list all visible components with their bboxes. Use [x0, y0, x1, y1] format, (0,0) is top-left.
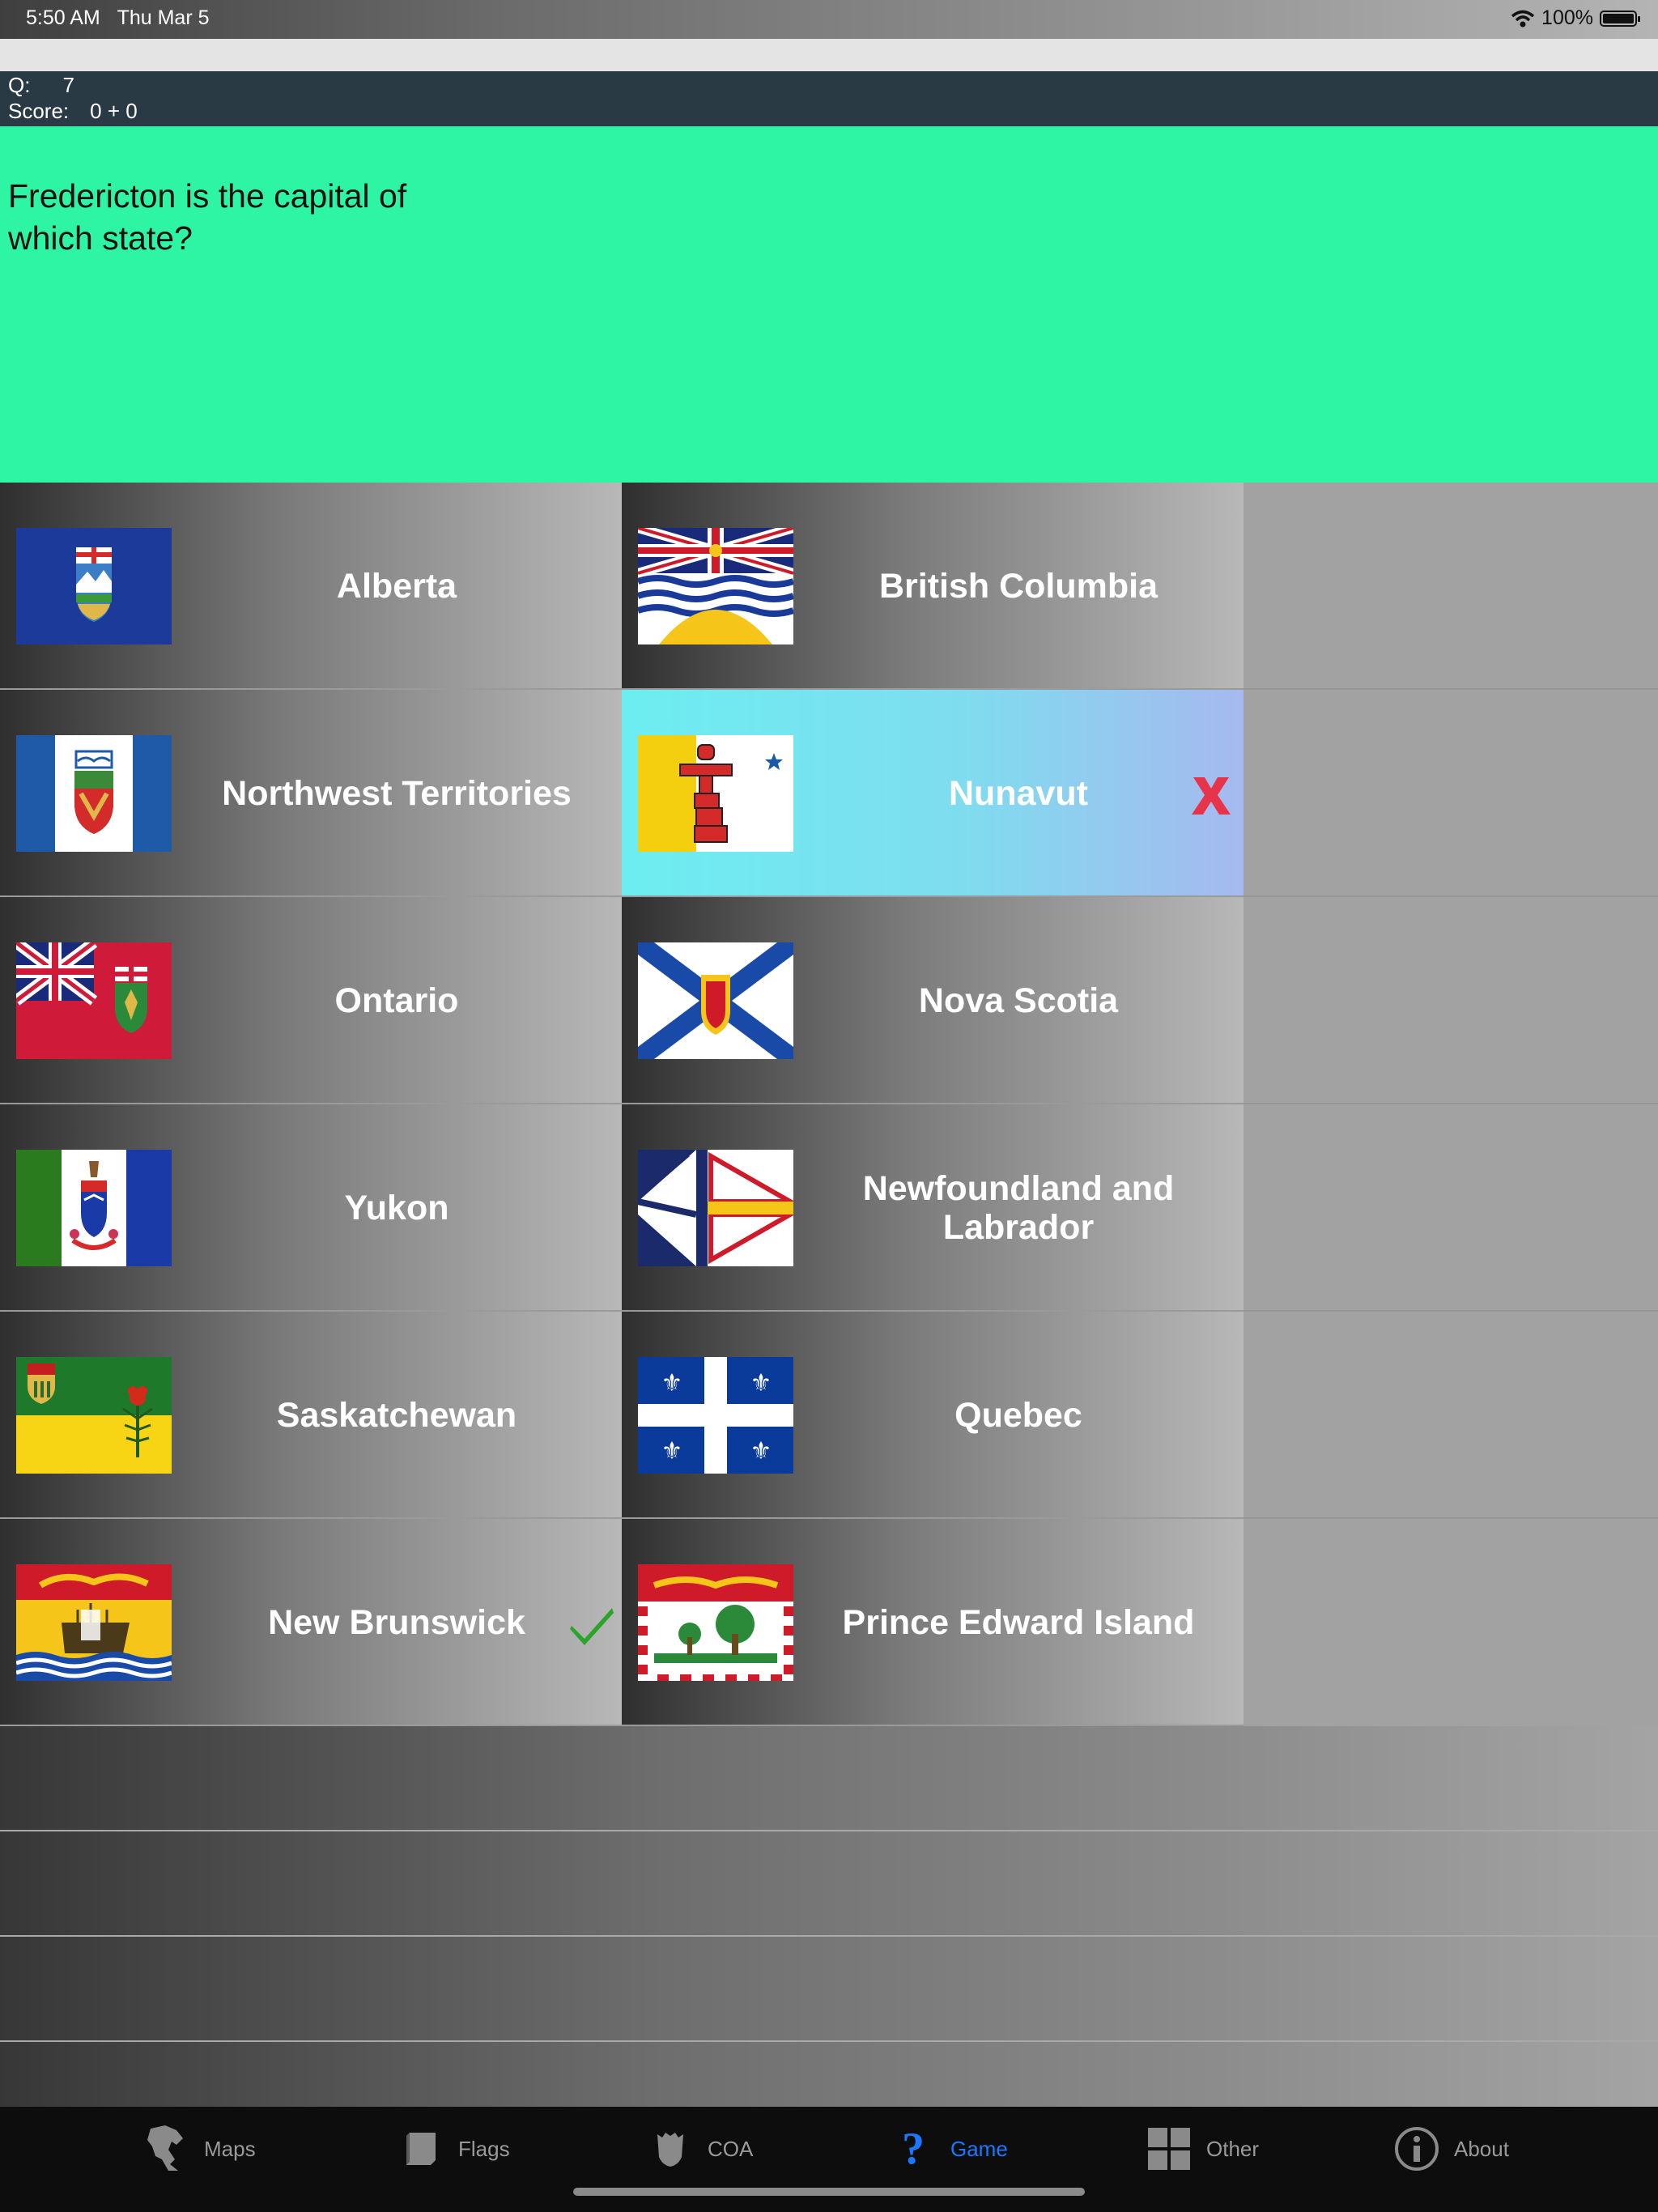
- answer-saskatchewan[interactable]: Saskatchewan: [0, 1312, 622, 1519]
- tab-other[interactable]: Other: [1146, 2123, 1259, 2175]
- new-brunswick-flag: [16, 1564, 172, 1681]
- status-time: 5:50 AM Thu Mar 5: [26, 6, 210, 29]
- answer-label: Quebec: [954, 1396, 1082, 1435]
- tab-bar: Maps Flags COA ? Game Other About: [0, 2107, 1658, 2212]
- tab-flags[interactable]: Flags: [398, 2123, 510, 2175]
- answer-alberta[interactable]: Alberta: [0, 483, 622, 690]
- svg-text:⚜: ⚜: [750, 1437, 772, 1465]
- answer-label: Nunavut: [949, 774, 1088, 813]
- svg-text:⚜: ⚜: [750, 1369, 772, 1397]
- british-columbia-flag: [638, 528, 793, 644]
- question-text: Fredericton is the capital of which stat…: [8, 177, 407, 257]
- divider: [1244, 688, 1658, 690]
- nunavut-flag: [638, 735, 793, 852]
- answer-british-columbia[interactable]: British Columbia: [622, 483, 1244, 690]
- svg-text:⚜: ⚜: [661, 1369, 683, 1397]
- quebec-flag: ⚜ ⚜ ⚜ ⚜: [638, 1357, 793, 1474]
- answer-nunavut[interactable]: Nunavut: [622, 690, 1244, 897]
- answer-label: Newfoundland and Labrador: [862, 1169, 1175, 1247]
- answer-newfoundland-and-labrador[interactable]: Newfoundland and Labrador: [622, 1104, 1244, 1312]
- score-display: Score: 0 + 0: [8, 99, 138, 123]
- shield-icon: [648, 2126, 693, 2172]
- answer-label: Yukon: [344, 1189, 449, 1227]
- alberta-flag: [16, 528, 172, 644]
- answer-quebec[interactable]: ⚜ ⚜ ⚜ ⚜ Quebec: [622, 1312, 1244, 1519]
- divider: [0, 1830, 1658, 1831]
- flag-icon: [398, 2126, 444, 2172]
- divider: [1244, 1103, 1658, 1104]
- correct-check-icon: [570, 1608, 614, 1645]
- answer-nova-scotia[interactable]: Nova Scotia: [622, 897, 1244, 1104]
- divider: [1244, 1517, 1658, 1519]
- divider: [1244, 1310, 1658, 1312]
- tab-label: Game: [950, 2136, 1008, 2161]
- grid-icon: [1146, 2126, 1192, 2172]
- nova-scotia-flag: [638, 942, 793, 1059]
- pei-flag: [638, 1564, 793, 1681]
- answer-label: Saskatchewan: [276, 1396, 517, 1435]
- tab-coa[interactable]: COA: [648, 2123, 753, 2175]
- answer-label: New Brunswick: [268, 1603, 525, 1642]
- svg-text:⚜: ⚜: [661, 1437, 683, 1465]
- answer-label: Alberta: [336, 567, 457, 606]
- score-bar: Q: 7 Score: 0 + 0: [0, 71, 1658, 126]
- answer-northwest-territories[interactable]: Northwest Territories: [0, 690, 622, 897]
- answer-yukon[interactable]: Yukon: [0, 1104, 622, 1312]
- answer-ontario[interactable]: Ontario: [0, 897, 622, 1104]
- divider: [1244, 895, 1658, 897]
- map-icon: [144, 2125, 189, 2172]
- answer-label: Prince Edward Island: [842, 1603, 1195, 1642]
- question-number: Q: 7: [8, 73, 74, 97]
- tab-maps[interactable]: Maps: [144, 2123, 256, 2175]
- home-indicator: [573, 2188, 1085, 2196]
- status-bar: 5:50 AM Thu Mar 5 100%: [0, 0, 1658, 39]
- tab-label: Flags: [458, 2136, 510, 2161]
- question-icon: ?: [902, 2124, 925, 2174]
- answer-new-brunswick[interactable]: New Brunswick: [0, 1519, 622, 1726]
- answer-prince-edward-island[interactable]: Prince Edward Island: [622, 1519, 1244, 1726]
- northwest-territories-flag: [16, 735, 172, 852]
- tab-label: About: [1454, 2136, 1509, 2161]
- tab-label: Other: [1206, 2136, 1260, 2161]
- battery-icon: [1600, 10, 1640, 27]
- tab-label: COA: [708, 2136, 754, 2161]
- info-icon: [1394, 2126, 1439, 2172]
- yukon-flag: [16, 1150, 172, 1266]
- question-panel: Fredericton is the capital of which stat…: [0, 126, 1658, 483]
- divider: [0, 2040, 1658, 2042]
- tab-about[interactable]: About: [1394, 2123, 1509, 2175]
- ontario-flag: [16, 942, 172, 1059]
- navigation-strip: [0, 39, 1658, 71]
- empty-list-area: [0, 1726, 1658, 2107]
- newfoundland-flag: [638, 1150, 793, 1266]
- saskatchewan-flag: [16, 1357, 172, 1474]
- answer-label: Nova Scotia: [918, 981, 1119, 1020]
- answer-label: British Columbia: [878, 567, 1158, 606]
- wifi-icon: [1511, 10, 1535, 27]
- battery-percent: 100%: [1541, 6, 1593, 29]
- empty-column: [1244, 483, 1658, 1726]
- tab-game[interactable]: ? Game: [891, 2123, 1008, 2175]
- wrong-x-icon: [1192, 777, 1231, 815]
- tab-label: Maps: [204, 2136, 256, 2161]
- answer-label: Ontario: [334, 981, 459, 1020]
- answer-label: Northwest Territories: [222, 774, 572, 813]
- divider: [0, 1935, 1658, 1937]
